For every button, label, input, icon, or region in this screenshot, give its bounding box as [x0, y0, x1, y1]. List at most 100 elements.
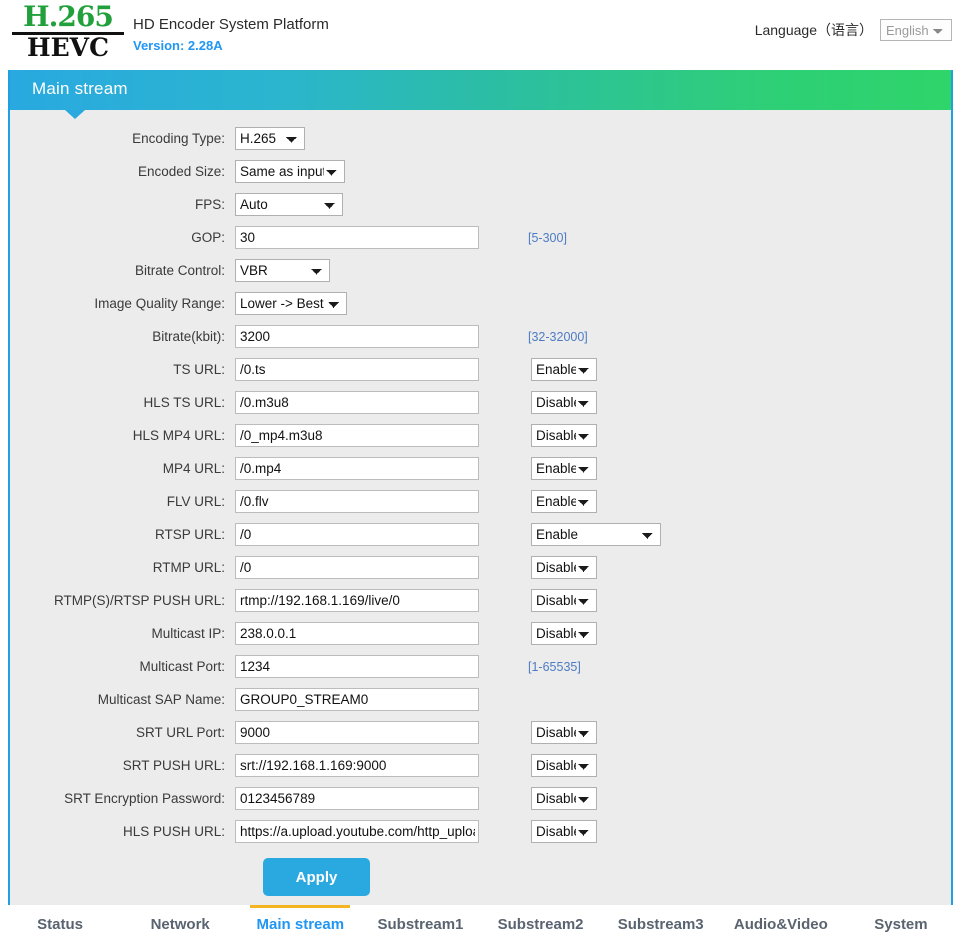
form-row: Encoded Size:Same as input [10, 159, 951, 184]
field-label: HLS PUSH URL: [10, 824, 235, 839]
field-enable-select[interactable]: Disable [531, 787, 597, 810]
field-input[interactable] [235, 721, 479, 744]
field-label: FLV URL: [10, 494, 235, 509]
logo-hevc-text: HEVC [8, 35, 128, 61]
field-input[interactable] [235, 457, 479, 480]
field-control [235, 226, 479, 249]
form-row: Multicast SAP Name: [10, 687, 951, 712]
field-label: TS URL: [10, 362, 235, 377]
field-input[interactable] [235, 523, 479, 546]
field-input[interactable] [235, 754, 479, 777]
field-label: Multicast IP: [10, 626, 235, 641]
bottom-navigation: StatusNetworkMain streamSubstream1Substr… [0, 905, 961, 944]
nav-tab-system[interactable]: System [841, 905, 961, 944]
field-input[interactable] [235, 556, 479, 579]
field-enable-select[interactable]: Disable [531, 424, 597, 447]
nav-tab-audio-video[interactable]: Audio&Video [721, 905, 841, 944]
field-enable-select[interactable]: Disable [531, 391, 597, 414]
field-toggle-wrap: Disable [531, 721, 597, 744]
form-row: GOP:[5-300] [10, 225, 951, 250]
field-enable-select[interactable]: Enable [531, 490, 597, 513]
field-input[interactable] [235, 490, 479, 513]
form-row: TS URL: Enable [10, 357, 951, 382]
field-label: Bitrate(kbit): [10, 329, 235, 344]
nav-tab-main-stream[interactable]: Main stream [240, 905, 360, 944]
field-toggle-wrap: Disable [531, 787, 597, 810]
field-enable-select[interactable]: Disable [531, 721, 597, 744]
field-input[interactable] [235, 391, 479, 414]
field-input[interactable] [235, 787, 479, 810]
logo-h265-text: H.265 [8, 3, 128, 31]
field-select[interactable]: Lower -> Best [235, 292, 347, 315]
field-label: Multicast SAP Name: [10, 692, 235, 707]
field-enable-select[interactable]: Disable [531, 754, 597, 777]
form-row: MP4 URL: Enable [10, 456, 951, 481]
field-enable-select[interactable]: Enable [531, 358, 597, 381]
field-input[interactable] [235, 325, 479, 348]
panel-header-bar: Main stream [10, 70, 951, 110]
field-label: SRT PUSH URL: [10, 758, 235, 773]
field-input[interactable] [235, 655, 479, 678]
field-enable-select[interactable]: Disable [531, 820, 597, 843]
product-logo: H.265 HEVC [8, 3, 128, 61]
language-select[interactable]: English [880, 19, 952, 41]
field-input[interactable] [235, 424, 479, 447]
field-enable-select[interactable]: Disable [531, 556, 597, 579]
panel-title: Main stream [32, 79, 128, 99]
field-toggle-wrap: Enable [531, 523, 661, 546]
form-row: Bitrate(kbit): [32-32000] [10, 324, 951, 349]
apply-button[interactable]: Apply [263, 858, 370, 896]
field-label: Multicast Port: [10, 659, 235, 674]
field-toggle-wrap: Disable [531, 424, 597, 447]
field-input[interactable] [235, 688, 479, 711]
field-input[interactable] [235, 589, 479, 612]
field-control [235, 655, 479, 678]
field-input[interactable] [235, 820, 479, 843]
nav-tab-substream1[interactable]: Substream1 [360, 905, 480, 944]
field-control [235, 721, 479, 744]
field-control: Same as input [235, 160, 345, 183]
field-enable-select[interactable]: Enable [531, 457, 597, 480]
nav-tab-substream3[interactable]: Substream3 [601, 905, 721, 944]
field-input[interactable] [235, 358, 479, 381]
field-label: RTSP URL: [10, 527, 235, 542]
nav-tab-status[interactable]: Status [0, 905, 120, 944]
field-input[interactable] [235, 622, 479, 645]
field-select[interactable]: Same as input [235, 160, 345, 183]
field-control [235, 556, 479, 579]
field-label: MP4 URL: [10, 461, 235, 476]
field-control [235, 523, 479, 546]
field-label: Bitrate Control: [10, 263, 235, 278]
field-select[interactable]: Auto [235, 193, 343, 216]
main-stream-form: Encoding Type:H.265Encoded Size:Same as … [10, 110, 951, 844]
field-control [235, 787, 479, 810]
form-row: Bitrate Control:VBR [10, 258, 951, 283]
field-input[interactable] [235, 226, 479, 249]
nav-tab-network[interactable]: Network [120, 905, 240, 944]
apply-row: Apply [10, 858, 951, 896]
field-toggle-wrap: Disable [531, 754, 597, 777]
field-control [235, 622, 479, 645]
field-select[interactable]: VBR [235, 259, 330, 282]
field-control: Lower -> Best [235, 292, 347, 315]
form-row: SRT URL Port:Disable [10, 720, 951, 745]
field-enable-select[interactable]: Disable [531, 589, 597, 612]
field-toggle-wrap: Enable [531, 457, 597, 480]
form-row: RTSP URL: Enable [10, 522, 951, 547]
field-toggle-wrap: Enable [531, 358, 597, 381]
field-label: RTMP URL: [10, 560, 235, 575]
field-select[interactable]: H.265 [235, 127, 305, 150]
field-enable-select[interactable]: Enable [531, 523, 661, 546]
field-control [235, 754, 479, 777]
form-row: HLS PUSH URL: Disable [10, 819, 951, 844]
field-label: SRT Encryption Password: [10, 791, 235, 806]
field-enable-select[interactable]: Disable [531, 622, 597, 645]
main-stream-panel: Main stream Encoding Type:H.265Encoded S… [8, 70, 953, 905]
nav-tab-substream2[interactable]: Substream2 [481, 905, 601, 944]
field-toggle-wrap: Disable [531, 622, 597, 645]
field-control [235, 457, 479, 480]
field-range-hint: [1-65535] [528, 660, 581, 674]
field-range-hint: [32-32000] [528, 330, 588, 344]
field-label: GOP: [10, 230, 235, 245]
field-label: Image Quality Range: [10, 296, 235, 311]
